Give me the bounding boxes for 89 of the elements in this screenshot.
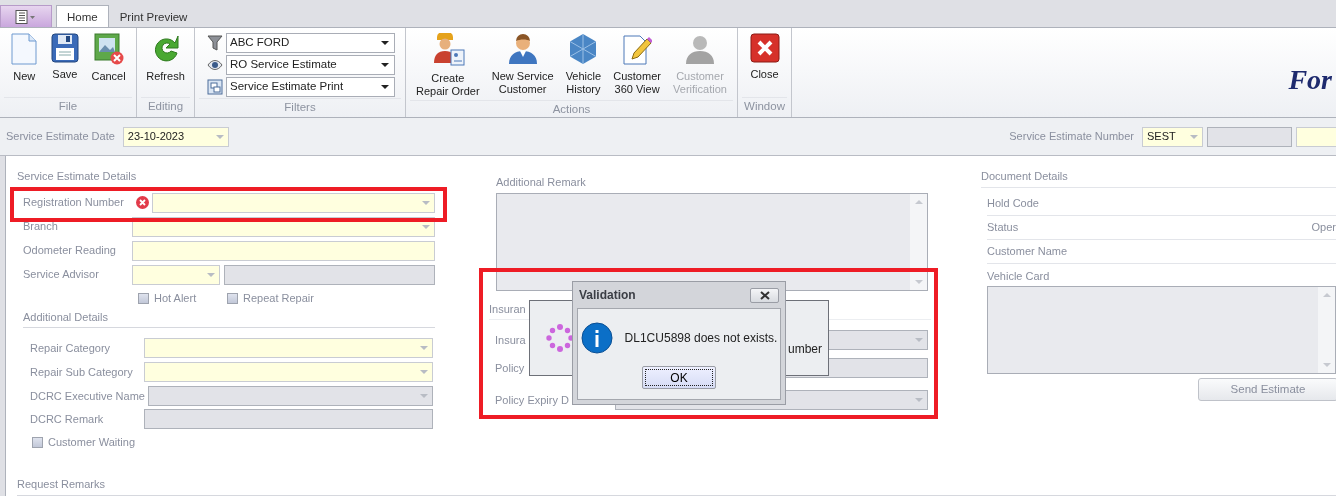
hexagon-icon [569,33,598,65]
info-icon [580,322,613,354]
field-label: Odometer Reading [23,243,117,259]
list-icon [15,9,37,24]
filter-dropdown[interactable]: RO Service Estimate [226,55,395,75]
ribbon-tab[interactable]: Print Preview [108,5,199,27]
field-label: Service Estimate Date [6,129,115,145]
number-field[interactable] [1296,126,1336,147]
ribbon-button[interactable]: New [7,31,42,97]
filter-dropdown[interactable]: ABC FORD [226,33,395,53]
edit-icon [622,33,653,65]
dialog-message: DL1CU5898 does not exists. [624,330,778,347]
text-area[interactable] [987,286,1336,374]
group-caption: Filters [199,98,401,116]
ok-button[interactable]: OK [642,366,716,389]
filter-dropdown[interactable]: Service Estimate Print [226,77,395,97]
text-field[interactable] [224,264,435,285]
dropdown-arrow-icon [915,398,923,402]
scroll-down-icon [1322,363,1331,367]
picture-cancel-icon [93,33,124,65]
field-label: Service Estimate Number [1009,129,1134,145]
field-label: Status [987,219,1019,235]
field-value: Oper [1311,219,1336,235]
app-menu-button[interactable] [0,5,52,27]
field-label: Insura [495,332,526,348]
ribbon-button[interactable]: Close [746,31,783,97]
field-label: Vehicle Card [986,268,1051,284]
spinner-icon [546,324,574,352]
field-label: Registration Number [23,195,125,211]
ribbon-button[interactable]: Refresh [143,31,188,97]
funnel-icon [206,34,223,52]
field-label: Branch [23,219,59,235]
text-area[interactable] [496,192,928,291]
field-label: DCRC Executive Name [30,388,145,404]
section-title: Service Estimate Details [17,168,447,188]
ribbon-button[interactable]: New Service Customer [488,31,557,100]
dialog-title: Validation [579,287,636,304]
number-field[interactable] [1207,126,1292,147]
close-icon [759,290,770,300]
dropdown-arrow-icon [915,338,923,342]
dropdown-arrow-icon [381,41,389,45]
field-label: Service Advisor [23,267,100,283]
person-icon [683,33,716,65]
ribbon-button[interactable]: Cancel [88,31,129,97]
section-title: Additional Remark [495,175,587,190]
dropdown-arrow-icon [422,224,430,229]
text-field[interactable] [132,240,435,261]
section-title: Additional Details [23,308,435,328]
dropdown-arrow-icon [207,272,215,277]
dropdown-arrow-icon [381,85,389,89]
field-label: Customer Name [987,243,1068,259]
group-caption: File [4,97,132,115]
date-field[interactable]: 23-10-2023 [122,126,229,147]
ribbon-button[interactable]: Customer 360 View [610,31,664,100]
group-caption: Window [742,97,787,115]
save-icon [50,33,79,63]
dropdown-arrow-icon [420,394,428,398]
dropdown-arrow-icon [420,370,428,374]
ribbon-button[interactable]: Vehicle History [562,31,605,100]
section-title: Document Details [981,168,1336,188]
scroll-down-icon [914,279,923,284]
field-label: Hold Code [987,195,1039,211]
dropdown-arrow-icon [420,346,428,350]
loading-text: umber [788,341,822,358]
dropdown-arrow-icon [215,134,224,139]
scroll-up-icon [1322,293,1331,297]
close-button[interactable] [750,287,779,303]
field-label: Policy [495,360,525,376]
document-icon [10,33,39,65]
section-title: Request Remarks [17,476,1336,496]
field-label: DCRC Remark [30,411,105,427]
layout-icon [206,79,223,95]
group-caption: Editing [141,97,190,115]
ribbon-tab[interactable]: Home [56,5,109,27]
field-label: Repair Category [30,340,112,356]
dropdown-arrow-icon [381,63,389,67]
field-label: Policy Expiry D [495,392,569,408]
section-title: Insuran [489,302,526,315]
prefix-dropdown[interactable]: SEST [1142,126,1203,147]
field-label: Repair Sub Category [30,364,134,380]
eye-icon [206,59,223,71]
ribbon-button[interactable]: Create Repair Order [413,31,483,100]
dropdown-arrow-icon [422,200,430,205]
close-icon [749,33,780,63]
person-icon [506,33,539,65]
scroll-up-icon [914,199,923,204]
ribbon-button[interactable]: Save [47,31,82,97]
logo: For [1288,62,1333,97]
dropdown-arrow-icon [1190,134,1198,139]
